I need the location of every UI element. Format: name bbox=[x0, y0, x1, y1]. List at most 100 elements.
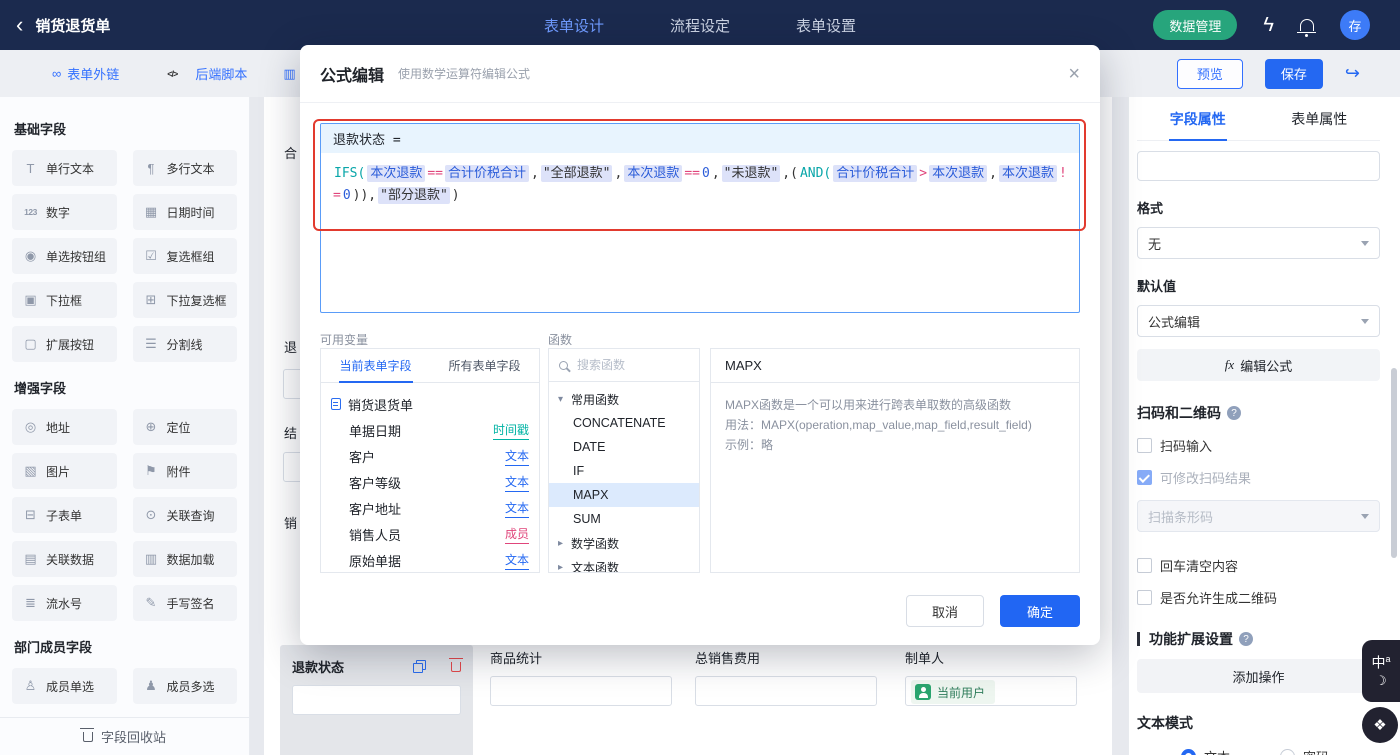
enter-clear-checkbox[interactable] bbox=[1137, 558, 1152, 573]
fx-icon: fx bbox=[1225, 357, 1234, 373]
variable-row[interactable]: 客户等级文本 bbox=[331, 469, 529, 495]
confirm-button[interactable]: 确定 bbox=[1000, 595, 1080, 627]
field-button-attachment[interactable]: ⚑附件 bbox=[133, 453, 238, 489]
add-operation-button[interactable]: 添加操作 bbox=[1137, 659, 1380, 693]
function-search[interactable] bbox=[549, 349, 699, 382]
scan-input-checkbox-row[interactable]: 扫码输入 bbox=[1137, 436, 1380, 455]
editable-scan-result-checkbox[interactable] bbox=[1137, 470, 1152, 485]
edit-formula-button[interactable]: fx 编辑公式 bbox=[1137, 349, 1380, 381]
field-button-image[interactable]: ▧图片 bbox=[12, 453, 117, 489]
field-button-single-line-text[interactable]: T单行文本 bbox=[12, 150, 117, 186]
form-external-link[interactable]: ∞ 表单外链 bbox=[52, 53, 119, 95]
allow-qrcode-checkbox-row[interactable]: 是否允许生成二维码 bbox=[1137, 588, 1380, 607]
backend-script-link[interactable]: </> 后端脚本 bbox=[155, 53, 247, 95]
default-value-select[interactable]: 公式编辑 bbox=[1137, 305, 1380, 337]
formula-code[interactable]: IFS(本次退款==合计价税合计,"全部退款",本次退款==0,"未退款",(A… bbox=[321, 153, 1079, 217]
field-button-linked-data[interactable]: ▤关联数据 bbox=[12, 541, 117, 577]
total-sales-cost-input[interactable] bbox=[695, 676, 877, 706]
function-item-date[interactable]: DATE bbox=[549, 435, 699, 459]
field-button-extend-button[interactable]: ▢扩展按钮 bbox=[12, 326, 117, 362]
scan-input-checkbox[interactable] bbox=[1137, 438, 1152, 453]
product-stats-field[interactable]: 商品统计 bbox=[490, 648, 672, 706]
field-button-divider[interactable]: ☰分割线 bbox=[133, 326, 238, 362]
total-sales-cost-field[interactable]: 总销售费用 bbox=[695, 648, 877, 706]
back-icon[interactable]: ‹ bbox=[16, 14, 23, 36]
save-button[interactable]: 保存 bbox=[1265, 59, 1323, 89]
scan-type-select[interactable]: 扫描条形码 bbox=[1137, 500, 1380, 532]
product-stats-input[interactable] bbox=[490, 676, 672, 706]
text-mode-text-option[interactable]: 文本 bbox=[1181, 747, 1230, 755]
permission-icon: ▥ bbox=[283, 66, 295, 82]
field-button-datetime[interactable]: ▦日期时间 bbox=[133, 194, 238, 230]
creator-field[interactable]: 制单人 当前用户 bbox=[905, 648, 1077, 706]
radio-icon[interactable] bbox=[1280, 749, 1295, 755]
group-math-functions[interactable]: ▸数学函数 bbox=[549, 531, 699, 555]
tab-flow-settings[interactable]: 流程设定 bbox=[670, 15, 730, 36]
help-icon[interactable]: ? bbox=[1227, 406, 1241, 420]
avatar[interactable]: 存 bbox=[1340, 10, 1370, 40]
function-item-if[interactable]: IF bbox=[549, 459, 699, 483]
field-button-radio-group[interactable]: ◉单选按钮组 bbox=[12, 238, 117, 274]
field-button-signature[interactable]: ✎手写签名 bbox=[133, 585, 238, 621]
field-button-checkbox-group[interactable]: ☑复选框组 bbox=[133, 238, 238, 274]
share-icon[interactable]: ↪ bbox=[1345, 63, 1360, 84]
enter-clear-checkbox-row[interactable]: 回车清空内容 bbox=[1137, 556, 1380, 575]
variable-row[interactable]: 客户文本 bbox=[331, 443, 529, 469]
field-top-input[interactable] bbox=[1137, 151, 1380, 181]
tab-all-form-fields[interactable]: 所有表单字段 bbox=[430, 349, 539, 382]
variable-row[interactable]: 单据日期时间戳 bbox=[331, 417, 529, 443]
formula-editor[interactable]: 退款状态 = IFS(本次退款==合计价税合计,"全部退款",本次退款==0,"… bbox=[320, 123, 1080, 313]
refund-field-input[interactable] bbox=[292, 685, 461, 715]
tab-form-settings[interactable]: 表单设置 bbox=[796, 15, 856, 36]
panel-scrollbar[interactable] bbox=[1391, 368, 1397, 558]
format-select[interactable]: 无 bbox=[1137, 227, 1380, 259]
form-node[interactable]: 销货退货单 bbox=[331, 391, 529, 417]
field-button-linked-query[interactable]: ⊙关联查询 bbox=[133, 497, 238, 533]
delete-icon[interactable] bbox=[451, 662, 461, 672]
tab-form-design[interactable]: 表单设计 bbox=[544, 15, 604, 36]
bell-icon[interactable] bbox=[1300, 19, 1314, 31]
variable-row[interactable]: 销售人员成员 bbox=[331, 521, 529, 547]
translate-widget[interactable]: 中a ☽ bbox=[1362, 640, 1400, 702]
variable-row[interactable]: 客户地址文本 bbox=[331, 495, 529, 521]
field-button-location[interactable]: ⊕定位 bbox=[133, 409, 238, 445]
group-text-functions[interactable]: ▸文本函数 bbox=[549, 555, 699, 573]
puzzle-widget[interactable]: ❖ bbox=[1362, 707, 1398, 743]
help-icon[interactable]: ? bbox=[1239, 632, 1253, 646]
creator-input[interactable]: 当前用户 bbox=[905, 676, 1077, 706]
field-button-serial-number[interactable]: ≣流水号 bbox=[12, 585, 117, 621]
field-button-address[interactable]: ◎地址 bbox=[12, 409, 117, 445]
flash-icon[interactable]: ϟ bbox=[1263, 14, 1274, 37]
field-button-dropdown[interactable]: ▣下拉框 bbox=[12, 282, 117, 318]
variable-row[interactable]: 原始单据文本 bbox=[331, 547, 529, 573]
preview-button[interactable]: 预览 bbox=[1177, 59, 1243, 89]
text-mode-password-option[interactable]: 密码 bbox=[1280, 747, 1329, 755]
function-tree: ▾常用函数 CONCATENATE DATE IF MAPX SUM ▸数学函数… bbox=[549, 382, 699, 573]
refund-status-field-selected[interactable]: 退款状态 bbox=[280, 645, 473, 755]
field-button-dropdown-multi[interactable]: ⊞下拉复选框 bbox=[133, 282, 238, 318]
field-button-subform[interactable]: ⊟子表单 bbox=[12, 497, 117, 533]
tab-form-properties[interactable]: 表单属性 bbox=[1259, 97, 1381, 140]
field-recycle-bin[interactable]: 字段回收站 bbox=[0, 717, 249, 755]
tab-current-form-fields[interactable]: 当前表单字段 bbox=[321, 349, 430, 382]
close-icon[interactable]: × bbox=[1068, 64, 1080, 84]
field-button-multi-line-text[interactable]: ¶多行文本 bbox=[133, 150, 238, 186]
field-button-data-load[interactable]: ▥数据加载 bbox=[133, 541, 238, 577]
tab-field-properties[interactable]: 字段属性 bbox=[1137, 97, 1259, 140]
field-button-member-single[interactable]: ♙成员单选 bbox=[12, 668, 117, 704]
function-item-concatenate[interactable]: CONCATENATE bbox=[549, 411, 699, 435]
function-item-mapx[interactable]: MAPX bbox=[549, 483, 699, 507]
function-search-input[interactable] bbox=[575, 357, 675, 373]
copy-icon[interactable] bbox=[413, 660, 426, 673]
group-common-functions[interactable]: ▾常用函数 bbox=[549, 387, 699, 411]
dropdown-multi-icon: ⊞ bbox=[143, 292, 160, 308]
function-item-sum[interactable]: SUM bbox=[549, 507, 699, 531]
field-button-number[interactable]: 123数字 bbox=[12, 194, 117, 230]
field-button-member-multi[interactable]: ♟成员多选 bbox=[133, 668, 238, 704]
radio-selected-icon[interactable] bbox=[1181, 749, 1196, 755]
cancel-button[interactable]: 取消 bbox=[906, 595, 984, 627]
data-manage-button[interactable]: 数据管理 bbox=[1153, 10, 1237, 40]
editable-scan-result-checkbox-row[interactable]: 可修改扫码结果 bbox=[1137, 468, 1380, 487]
allow-qrcode-checkbox[interactable] bbox=[1137, 590, 1152, 605]
description-line: 用法：MAPX(operation,map_value,map_field,re… bbox=[725, 415, 1065, 435]
